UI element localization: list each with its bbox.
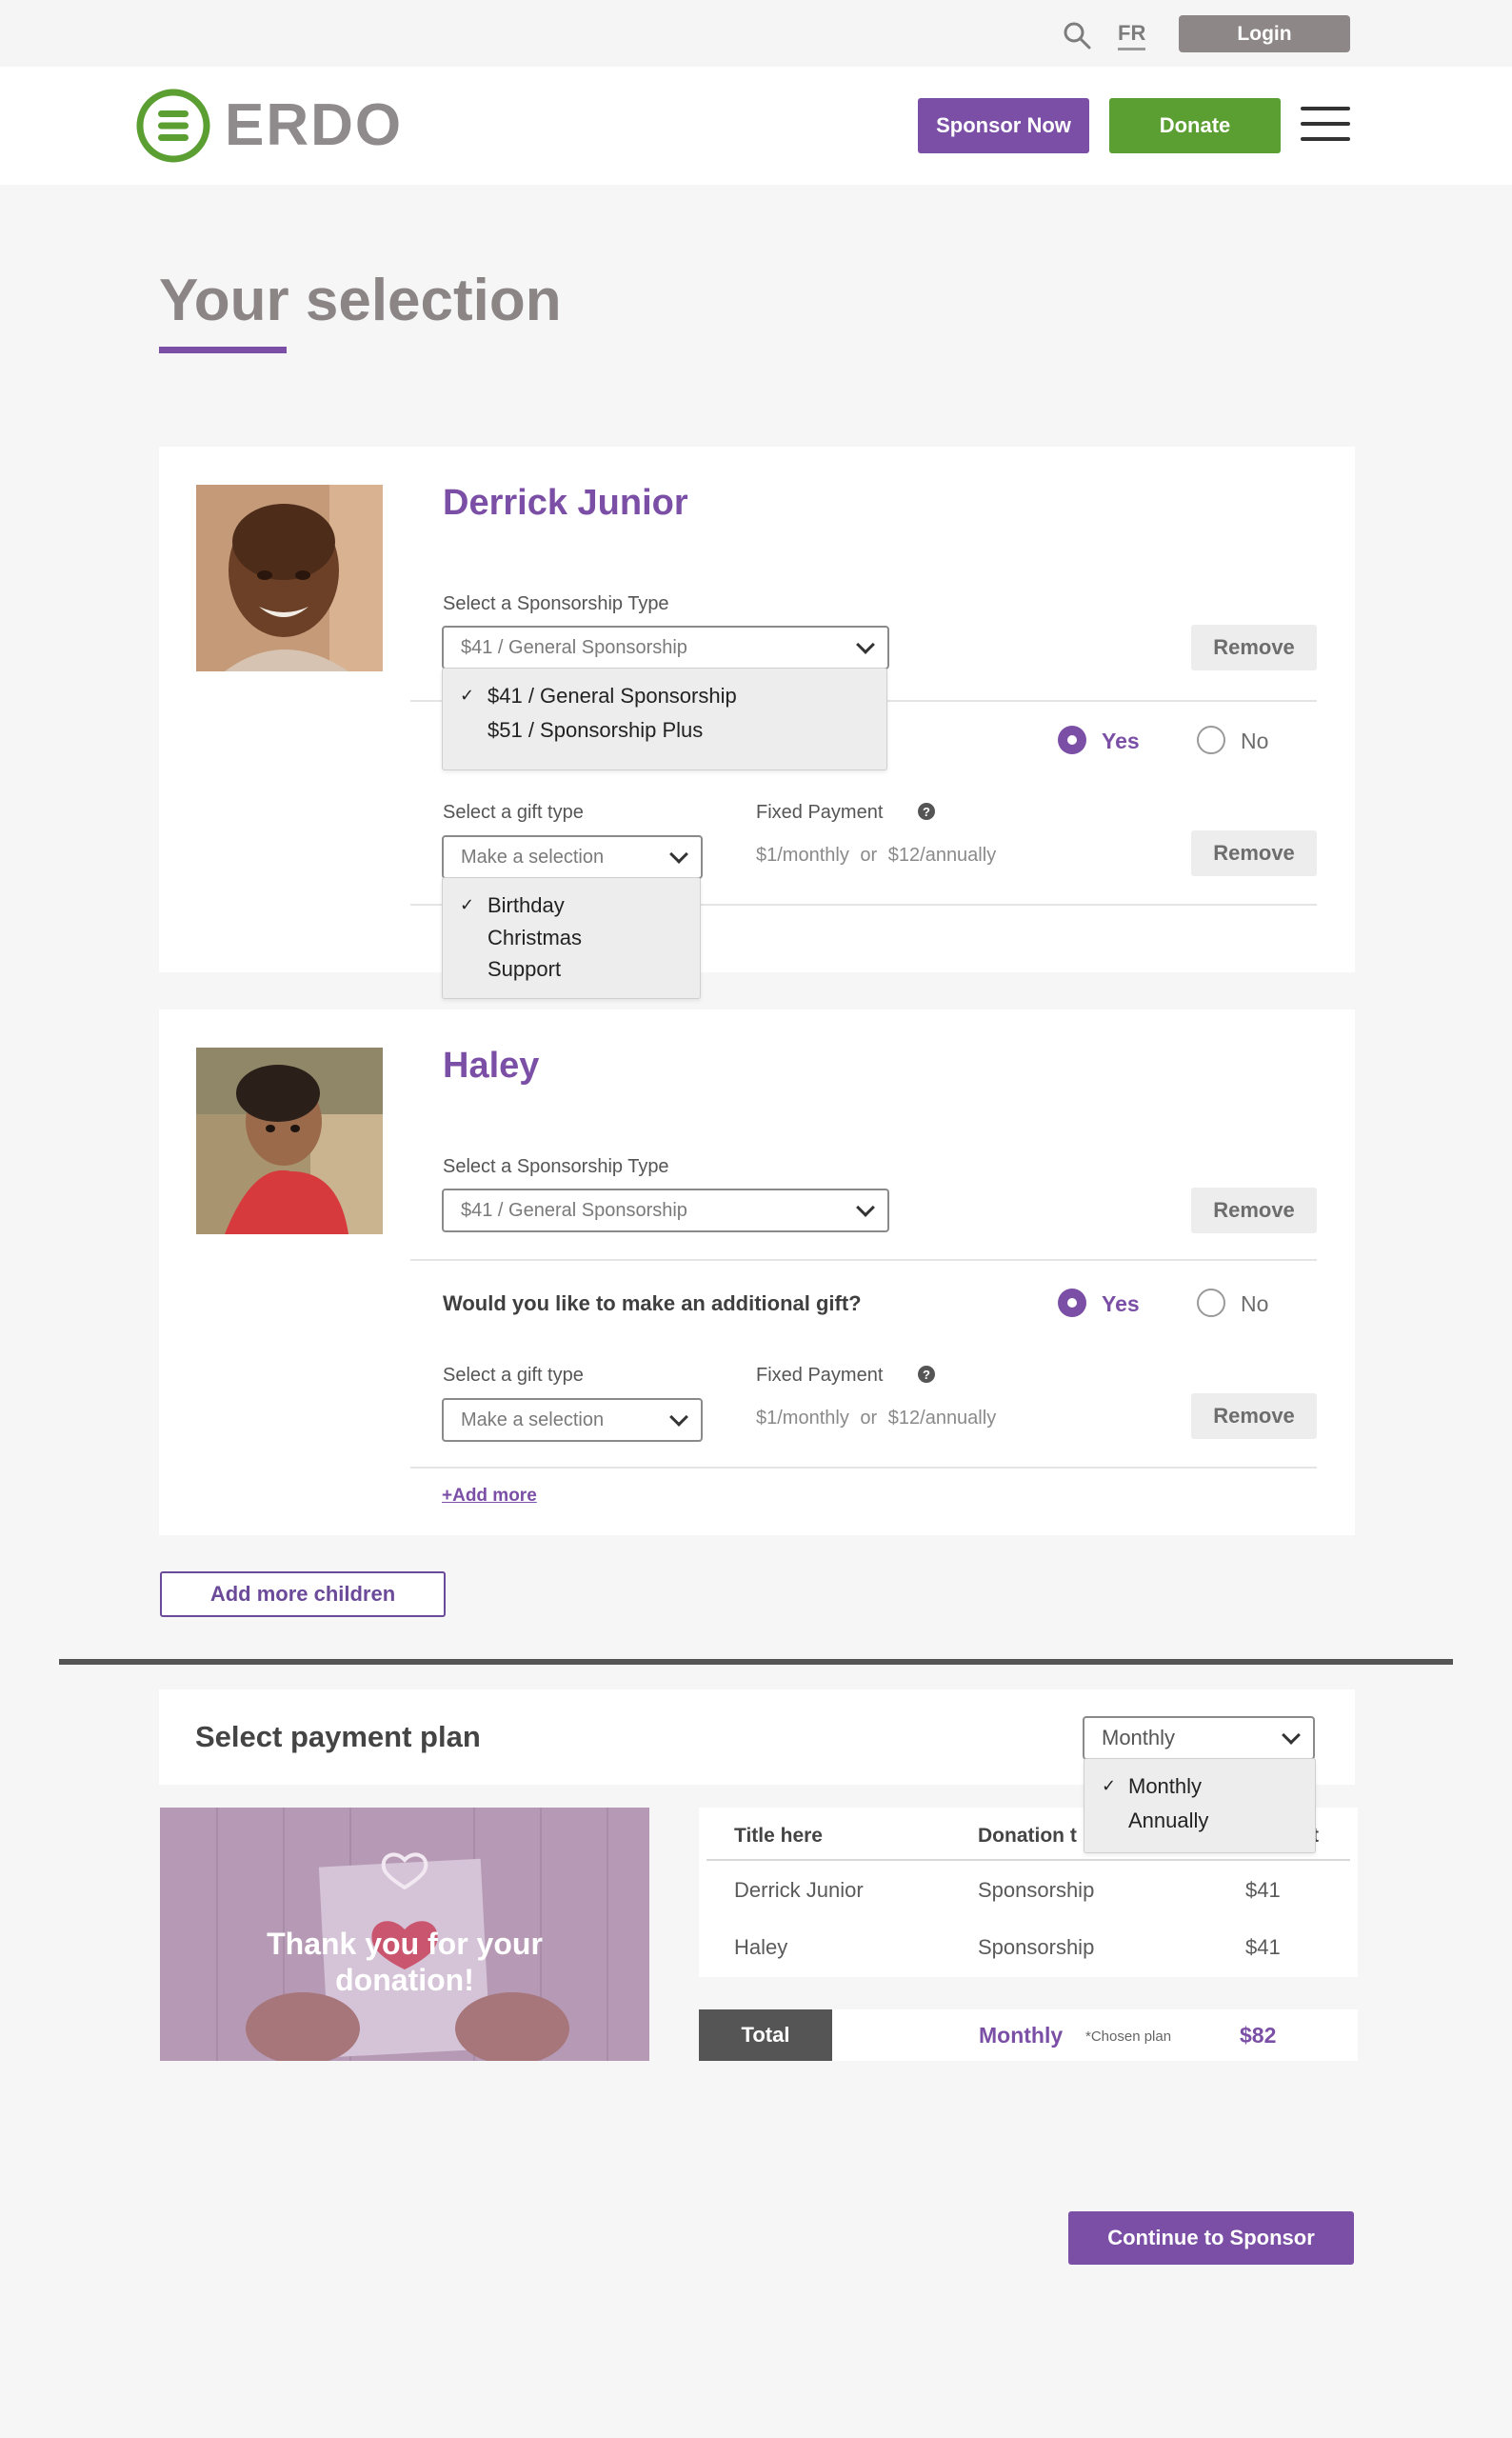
payment-plan-title: Select payment plan	[195, 1720, 481, 1753]
total-label: Total	[699, 2009, 832, 2061]
sponsorship-type-select[interactable]: $41 / General Sponsorship	[442, 1189, 889, 1232]
hamburger-menu-icon[interactable]	[1301, 107, 1350, 145]
table-cell-title: Derrick Junior	[734, 1878, 864, 1902]
gift-type-dropdown: ✓ Birthday Christmas Support	[442, 877, 701, 999]
gift-type-placeholder: Make a selection	[461, 846, 605, 868]
table-header-divider	[706, 1859, 1350, 1861]
child-name: Haley	[443, 1046, 540, 1086]
checkmark-icon: ✓	[460, 895, 475, 914]
thank-you-line-2: donation!	[335, 1963, 474, 1997]
logo-wordmark[interactable]: ERDO	[225, 91, 403, 159]
language-toggle[interactable]: FR	[1118, 21, 1146, 50]
table-cell-amount: $41	[1245, 1935, 1281, 1959]
login-button[interactable]: Login	[1179, 15, 1350, 52]
table-cell-title: Haley	[734, 1935, 788, 1959]
gift-no-label: No	[1241, 729, 1269, 753]
gift-type-select[interactable]: Make a selection	[442, 1398, 703, 1442]
sponsorship-type-label: Select a Sponsorship Type	[443, 1156, 669, 1177]
table-cell-amount: $41	[1245, 1878, 1281, 1902]
child-card-haley: Haley Select a Sponsorship Type $41 / Ge…	[159, 1009, 1355, 1535]
sponsorship-option[interactable]: $51 / Sponsorship Plus	[487, 718, 703, 743]
plan-option[interactable]: Annually	[1128, 1809, 1208, 1833]
gift-type-label: Select a gift type	[443, 1365, 584, 1386]
table-cell-type: Sponsorship	[978, 1935, 1095, 1959]
remove-child-button[interactable]: Remove	[1191, 625, 1317, 670]
gift-type-placeholder: Make a selection	[461, 1409, 605, 1430]
chevron-down-icon	[669, 1408, 688, 1427]
gift-option[interactable]: Christmas	[487, 926, 582, 950]
remove-gift-button[interactable]: Remove	[1191, 1393, 1317, 1439]
divider	[410, 1467, 1317, 1469]
plan-option[interactable]: Monthly	[1128, 1774, 1202, 1799]
thank-you-line-1: Thank you for your	[267, 1927, 543, 1961]
donate-button[interactable]: Donate	[1109, 98, 1281, 153]
gift-option[interactable]: Support	[487, 957, 561, 982]
sponsor-now-button[interactable]: Sponsor Now	[918, 98, 1089, 153]
child-name: Derrick Junior	[443, 483, 688, 523]
checkmark-icon: ✓	[1102, 1776, 1117, 1795]
divider	[410, 1259, 1317, 1261]
fixed-annually: $12/annually	[887, 1408, 997, 1429]
fixed-or: or	[860, 845, 878, 866]
fixed-payment-label: Fixed Payment	[756, 802, 884, 823]
sponsorship-type-dropdown: ✓ $41 / General Sponsorship $51 / Sponso…	[442, 668, 887, 770]
sponsorship-option[interactable]: $41 / General Sponsorship	[487, 684, 737, 709]
help-icon[interactable]: ?	[918, 803, 935, 820]
fixed-annually: $12/annually	[887, 845, 997, 866]
help-icon[interactable]: ?	[918, 1366, 935, 1383]
table-header: Title here	[734, 1825, 823, 1847]
table-header: Donation t	[978, 1825, 1077, 1847]
payment-plan-dropdown: ✓ Monthly Annually	[1084, 1758, 1316, 1853]
gift-yes-label: Yes	[1102, 1291, 1140, 1316]
continue-to-sponsor-button[interactable]: Continue to Sponsor	[1068, 2211, 1354, 2265]
page-title: Your selection	[159, 268, 562, 333]
child-photo	[196, 1048, 383, 1234]
add-more-children-button[interactable]: Add more children	[160, 1571, 446, 1617]
child-photo	[196, 485, 383, 671]
payment-plan-select[interactable]: Monthly	[1083, 1716, 1315, 1760]
gift-option[interactable]: Birthday	[487, 893, 565, 918]
table-cell-type: Sponsorship	[978, 1878, 1095, 1902]
chevron-down-icon	[856, 635, 875, 654]
gift-yes-radio[interactable]	[1058, 726, 1086, 754]
chevron-down-icon	[1282, 1726, 1301, 1745]
gift-yes-label: Yes	[1102, 729, 1140, 753]
erdo-logo-icon[interactable]	[135, 88, 211, 164]
thank-you-image: Thank you for your donation!	[160, 1808, 649, 2061]
sponsorship-type-label: Select a Sponsorship Type	[443, 593, 669, 614]
section-divider	[59, 1659, 1453, 1665]
sponsorship-type-value: $41 / General Sponsorship	[461, 1199, 687, 1221]
checkmark-icon: ✓	[460, 686, 475, 705]
fixed-payment-values: $1/monthly or $12/annually	[756, 1408, 996, 1429]
gift-type-label: Select a gift type	[443, 802, 584, 823]
chosen-plan-note: *Chosen plan	[1085, 2028, 1172, 2045]
additional-gift-question: Would you like to make an additional gif…	[443, 1291, 862, 1315]
title-underline	[159, 347, 287, 353]
search-icon[interactable]	[1063, 21, 1091, 50]
payment-plan-value: Monthly	[1102, 1726, 1176, 1749]
fixed-payment-label: Fixed Payment	[756, 1365, 884, 1386]
gift-type-select[interactable]: Make a selection	[442, 835, 703, 879]
thank-you-text: Thank you for your donation!	[160, 1926, 649, 1998]
child-card-derrick: Derrick Junior Select a Sponsorship Type…	[159, 447, 1355, 999]
total-plan: Monthly	[979, 2023, 1064, 2048]
fixed-monthly: $1/monthly	[756, 1408, 849, 1429]
remove-gift-button[interactable]: Remove	[1191, 830, 1317, 876]
fixed-or: or	[860, 1408, 878, 1429]
chevron-down-icon	[856, 1198, 875, 1217]
fixed-payment-values: $1/monthly or $12/annually	[756, 845, 996, 867]
fixed-monthly: $1/monthly	[756, 845, 849, 866]
add-more-gift-link[interactable]: +Add more	[442, 1486, 537, 1507]
gift-no-radio[interactable]	[1197, 726, 1225, 754]
sponsorship-type-select[interactable]: $41 / General Sponsorship	[442, 626, 889, 669]
remove-child-button[interactable]: Remove	[1191, 1188, 1317, 1233]
gift-no-radio[interactable]	[1197, 1289, 1225, 1317]
gift-yes-radio[interactable]	[1058, 1289, 1086, 1317]
total-amount: $82	[1240, 2023, 1277, 2048]
chevron-down-icon	[669, 845, 688, 864]
sponsorship-type-value: $41 / General Sponsorship	[461, 636, 687, 658]
gift-no-label: No	[1241, 1291, 1269, 1316]
